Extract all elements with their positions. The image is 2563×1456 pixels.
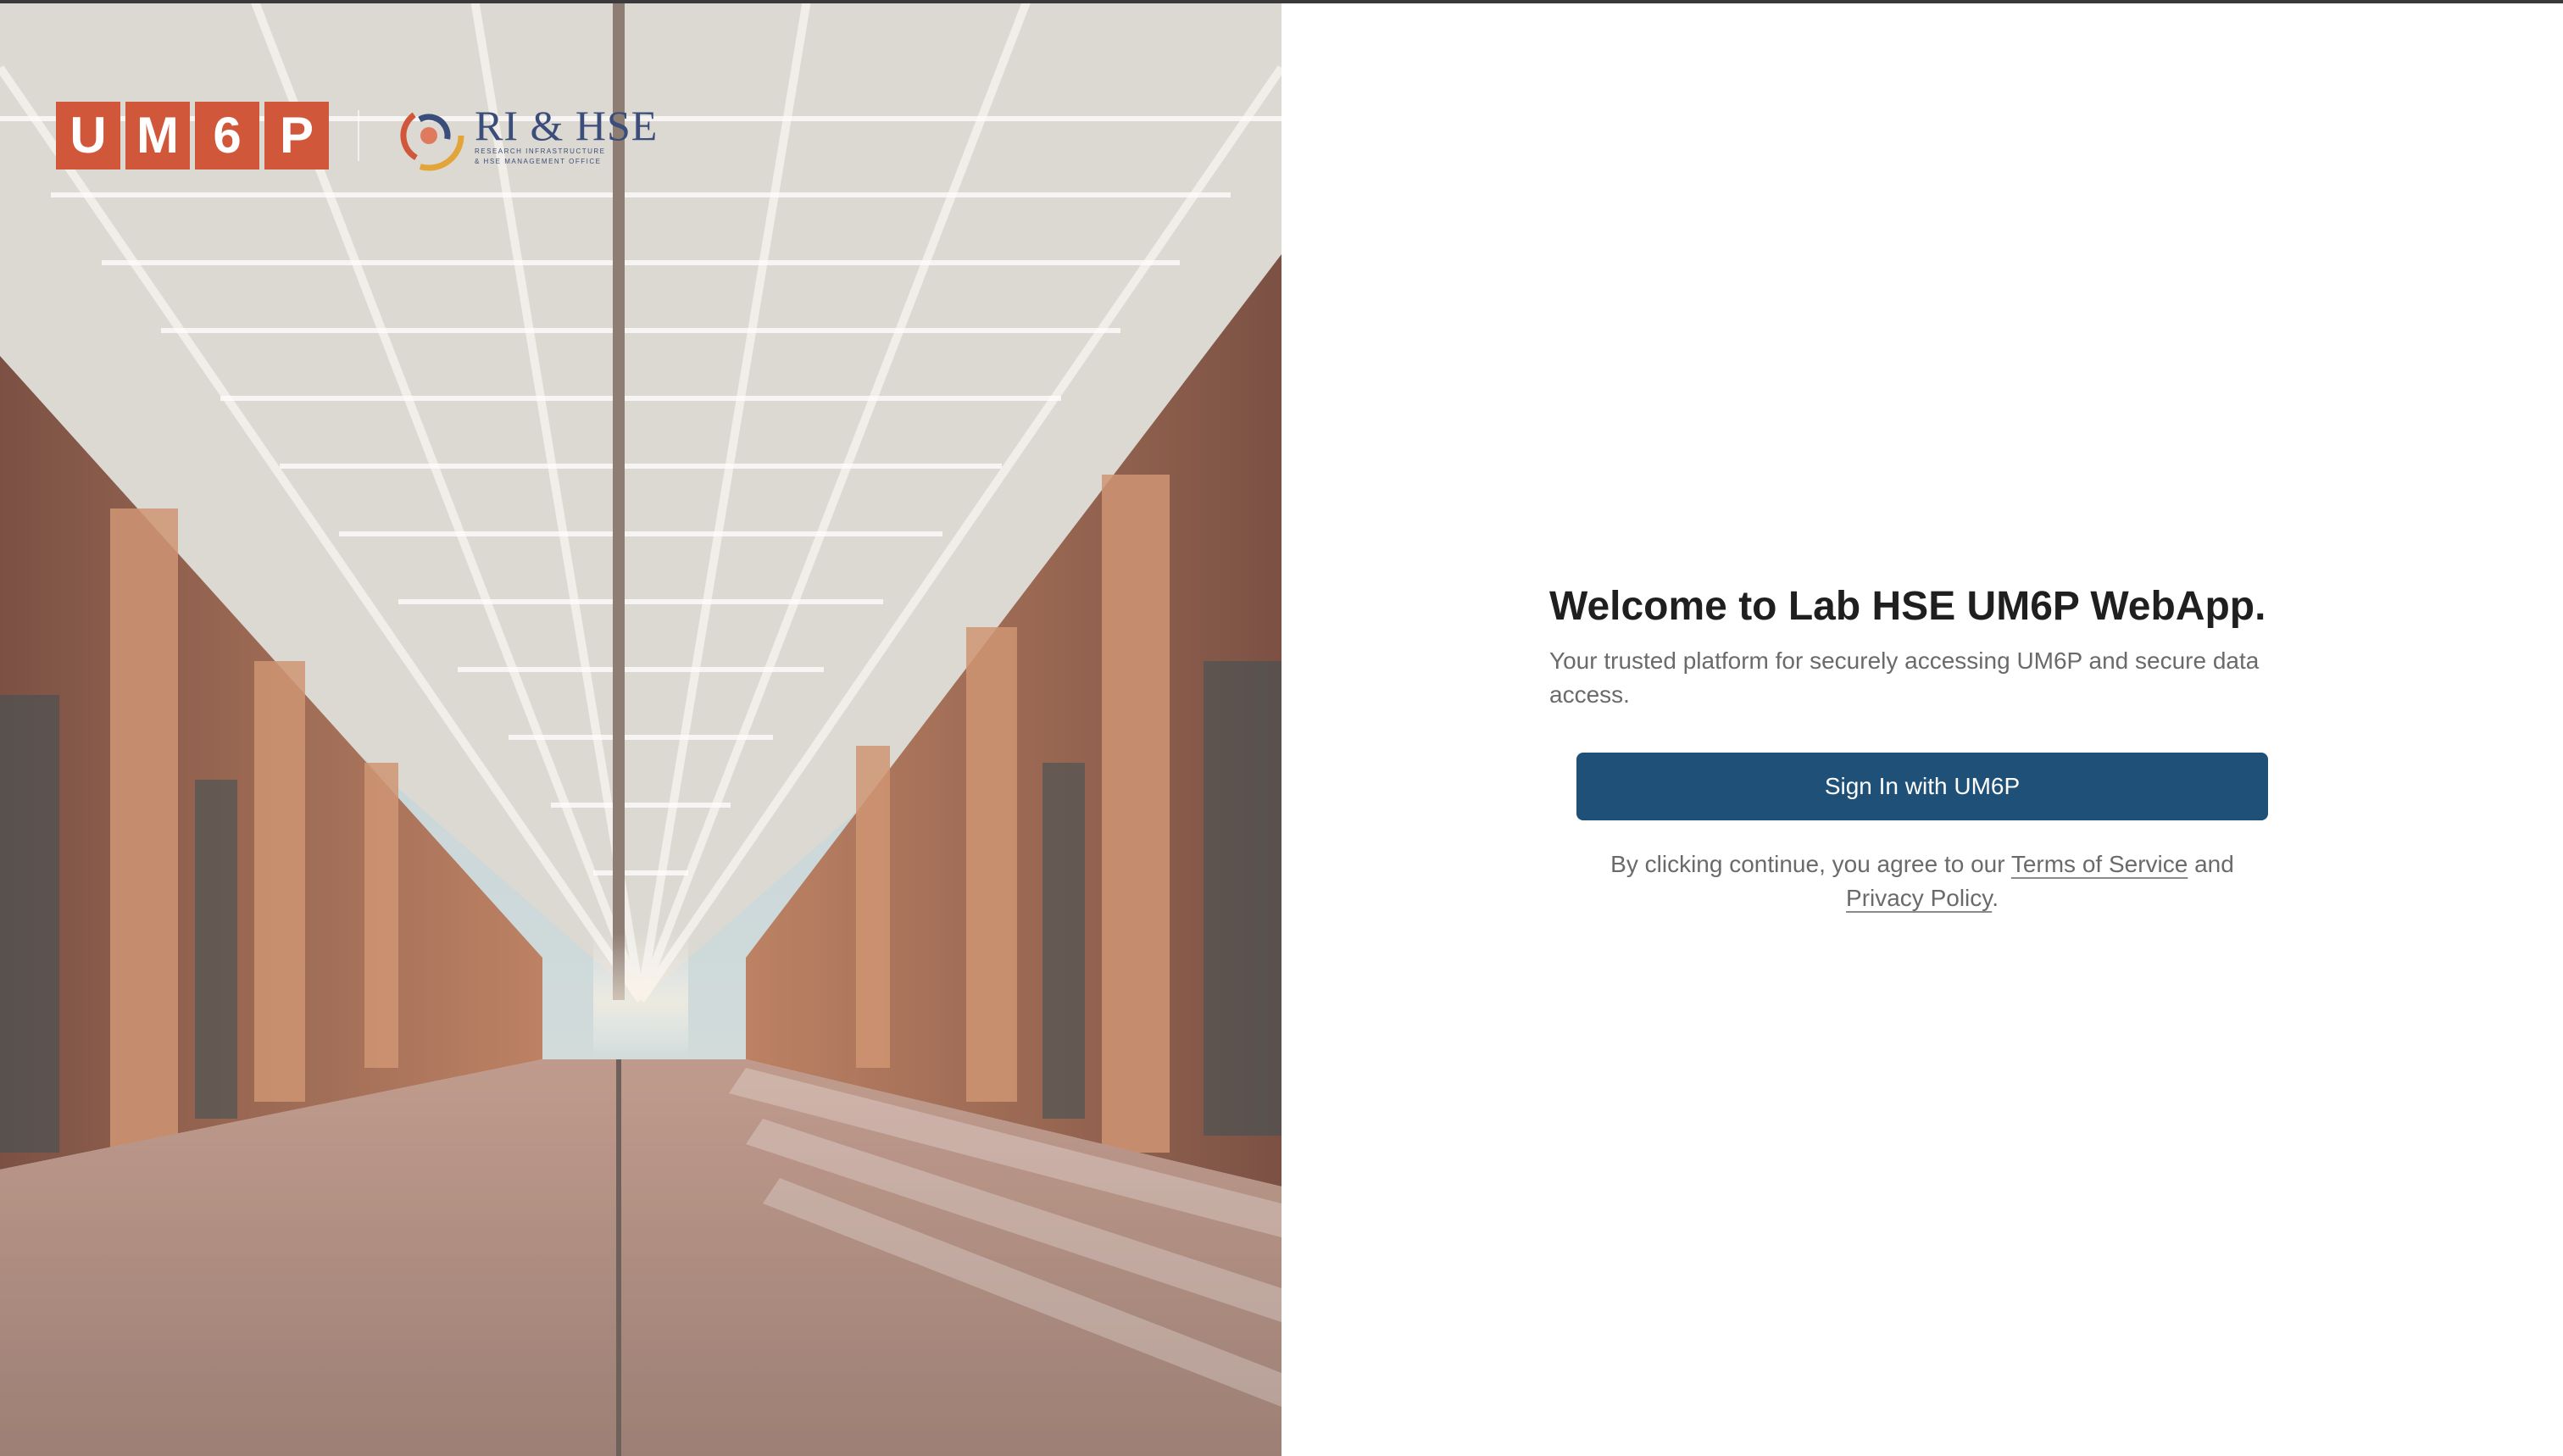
- terms-of-service-link[interactable]: Terms of Service: [2011, 851, 2188, 877]
- logo-divider: [358, 110, 359, 161]
- legal-suffix-text: .: [1992, 885, 1999, 911]
- um6p-logo-letter: U: [56, 102, 120, 169]
- ri-hse-title: RI & HSE: [475, 102, 659, 149]
- campus-hallway-photo: [0, 0, 1282, 1456]
- legal-middle-text: and: [2188, 851, 2234, 877]
- um6p-logo: U M 6 P: [56, 102, 329, 169]
- login-content: Welcome to Lab HSE UM6P WebApp. Your tru…: [1549, 576, 2295, 915]
- legal-notice: By clicking continue, you agree to our T…: [1576, 847, 2268, 915]
- um6p-logo-letter: M: [125, 102, 190, 169]
- ri-hse-subtitle-line2: & HSE MANAGEMENT OFFICE: [475, 158, 602, 165]
- swirl-emblem-icon: [393, 100, 464, 171]
- top-border: [0, 0, 2563, 3]
- um6p-logo-letter: 6: [195, 102, 259, 169]
- legal-prefix-text: By clicking continue, you agree to our: [1610, 851, 2011, 877]
- um6p-logo-letter: P: [264, 102, 329, 169]
- ri-hse-logo: RI & HSE RESEARCH INFRASTRUCTURE & HSE M…: [388, 95, 658, 176]
- ri-hse-subtitle-line1: RESEARCH INFRASTRUCTURE: [475, 147, 606, 155]
- welcome-title: Welcome to Lab HSE UM6P WebApp.: [1549, 584, 2266, 629]
- welcome-subtitle: Your trusted platform for securely acces…: [1549, 647, 2260, 708]
- login-panel: Welcome to Lab HSE UM6P WebApp. Your tru…: [1282, 0, 2563, 1456]
- brand-logos: U M 6 P RI & HSE RESEARCH INFRASTRUCTURE…: [56, 95, 658, 176]
- privacy-policy-link[interactable]: Privacy Policy: [1846, 885, 1992, 911]
- sign-in-um6p-button[interactable]: Sign In with UM6P: [1576, 753, 2268, 820]
- hero-image-panel: U M 6 P RI & HSE RESEARCH INFRASTRUCTURE…: [0, 0, 1282, 1456]
